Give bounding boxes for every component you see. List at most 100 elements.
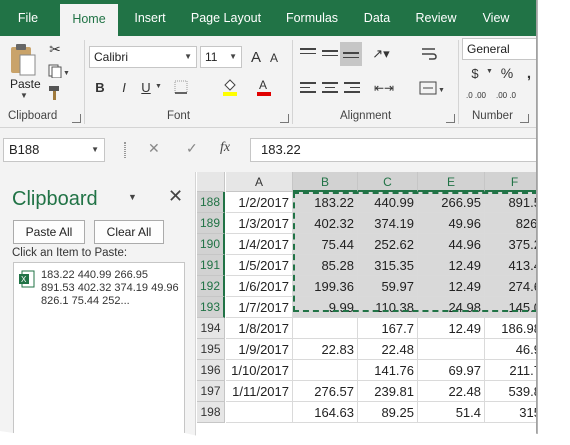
cell[interactable]: 167.7 [358, 318, 418, 339]
font-launcher-icon[interactable] [280, 114, 289, 123]
tab-view[interactable]: View [473, 0, 519, 36]
row-header[interactable]: 189 [197, 213, 225, 234]
cell[interactable]: 24.98 [418, 297, 485, 318]
underline-dropdown-icon[interactable]: ▼ [155, 83, 162, 90]
column-header-e[interactable]: E [418, 172, 485, 192]
cell[interactable]: 1/10/2017 [226, 360, 293, 381]
cell[interactable]: 239.81 [358, 381, 418, 402]
cell[interactable]: 9.99 [293, 297, 358, 318]
tab-insert[interactable]: Insert [124, 0, 176, 36]
cell[interactable] [418, 339, 485, 360]
cell[interactable]: 1/7/2017 [226, 297, 293, 318]
cell[interactable]: 183.22 [293, 192, 358, 213]
cell[interactable]: 44.96 [418, 234, 485, 255]
tab-formulas[interactable]: Formulas [278, 0, 346, 36]
cell[interactable]: 85.28 [293, 255, 358, 276]
cell[interactable] [293, 318, 358, 339]
cell[interactable]: 12.49 [418, 276, 485, 297]
borders-icon[interactable] [169, 78, 193, 96]
italic-button[interactable]: I [117, 78, 131, 96]
cut-icon[interactable]: ✂ [46, 40, 64, 58]
cell[interactable]: 12.49 [418, 318, 485, 339]
grow-font-icon[interactable]: A [248, 48, 264, 66]
cell[interactable]: 1/11/2017 [226, 381, 293, 402]
cell[interactable]: 199.36 [293, 276, 358, 297]
insert-function-icon[interactable]: fx [220, 140, 230, 156]
increase-decimal-icon[interactable]: .0 .00 [464, 86, 488, 106]
enter-icon[interactable]: ✓ [186, 140, 198, 157]
cancel-icon[interactable]: ✕ [148, 140, 160, 157]
align-top-icon[interactable] [300, 48, 316, 62]
row-header[interactable]: 195 [197, 339, 225, 360]
row-header[interactable]: 193 [197, 297, 225, 318]
formula-input[interactable]: 183.22 [250, 138, 538, 162]
cell[interactable]: 1/2/2017 [226, 192, 293, 213]
percent-icon[interactable]: % [498, 64, 516, 82]
cell[interactable]: 1/3/2017 [226, 213, 293, 234]
currency-icon[interactable]: $ [466, 64, 484, 82]
cell[interactable]: 1/5/2017 [226, 255, 293, 276]
pane-options-icon[interactable]: ▼ [128, 192, 137, 202]
paste-dropdown-icon[interactable]: ▼ [20, 91, 28, 100]
cell[interactable]: 402.32 [293, 213, 358, 234]
number-format-combo[interactable]: General [462, 38, 538, 60]
decrease-decimal-icon[interactable]: .00 .0 [494, 86, 518, 106]
orientation-icon[interactable]: ↗▾ [368, 44, 394, 64]
tab-page-layout[interactable]: Page Layout [183, 0, 269, 36]
shrink-font-icon[interactable]: A [267, 50, 281, 66]
underline-button[interactable]: U [139, 78, 153, 96]
align-center-icon[interactable] [322, 82, 338, 96]
comma-style-icon[interactable]: , [522, 64, 536, 82]
align-bottom-icon[interactable] [340, 42, 362, 66]
format-painter-icon[interactable] [46, 84, 64, 102]
row-header[interactable]: 194 [197, 318, 225, 339]
copy-icon[interactable]: ▼ [46, 62, 72, 80]
cell[interactable]: 75.44 [293, 234, 358, 255]
row-header[interactable]: 198 [197, 402, 225, 423]
bold-button[interactable]: B [93, 78, 107, 96]
column-header-b[interactable]: B [293, 172, 358, 192]
cell[interactable]: 266.95 [418, 192, 485, 213]
cell[interactable]: 1/4/2017 [226, 234, 293, 255]
font-color-icon[interactable]: A [255, 76, 273, 98]
row-header[interactable]: 196 [197, 360, 225, 381]
tab-file[interactable]: File [6, 0, 50, 36]
cell[interactable]: 374.19 [358, 213, 418, 234]
column-header-c[interactable]: C [358, 172, 418, 192]
column-header-a[interactable]: A [226, 172, 293, 192]
cell[interactable] [293, 360, 358, 381]
row-header[interactable]: 190 [197, 234, 225, 255]
number-launcher-icon[interactable] [520, 114, 529, 123]
fill-color-icon[interactable] [221, 76, 239, 98]
cell[interactable]: 89.25 [358, 402, 418, 423]
cell[interactable]: 59.97 [358, 276, 418, 297]
indent-icon[interactable]: ⇤⇥ [370, 78, 398, 98]
cell[interactable]: 315.35 [358, 255, 418, 276]
cell[interactable]: 110.38 [358, 297, 418, 318]
tab-data[interactable]: Data [355, 0, 399, 36]
clipboard-launcher-icon[interactable] [72, 114, 81, 123]
row-header[interactable]: 192 [197, 276, 225, 297]
clipboard-item[interactable]: X 183.22 440.99 266.95 891.53 402.32 374… [13, 262, 185, 445]
cell[interactable]: 252.62 [358, 234, 418, 255]
cell[interactable]: 1/6/2017 [226, 276, 293, 297]
cell[interactable]: 1/9/2017 [226, 339, 293, 360]
align-right-icon[interactable] [344, 82, 360, 96]
cell[interactable]: 440.99 [358, 192, 418, 213]
cell[interactable]: 22.48 [418, 381, 485, 402]
cell[interactable] [226, 402, 293, 423]
align-middle-icon[interactable] [322, 50, 338, 64]
cell[interactable]: 22.48 [358, 339, 418, 360]
name-box[interactable]: B188 ▼ [3, 138, 105, 162]
cell[interactable]: 22.83 [293, 339, 358, 360]
chevron-down-icon[interactable]: ▼ [486, 68, 493, 75]
cell[interactable]: 69.97 [418, 360, 485, 381]
tab-home[interactable]: Home [60, 4, 118, 36]
row-header[interactable]: 191 [197, 255, 225, 276]
row-header[interactable]: 188 [197, 192, 225, 213]
cell[interactable]: 141.76 [358, 360, 418, 381]
resize-handle[interactable] [124, 142, 126, 158]
align-left-icon[interactable] [300, 82, 316, 96]
close-icon[interactable]: ✕ [168, 186, 183, 207]
cell[interactable]: 1/8/2017 [226, 318, 293, 339]
